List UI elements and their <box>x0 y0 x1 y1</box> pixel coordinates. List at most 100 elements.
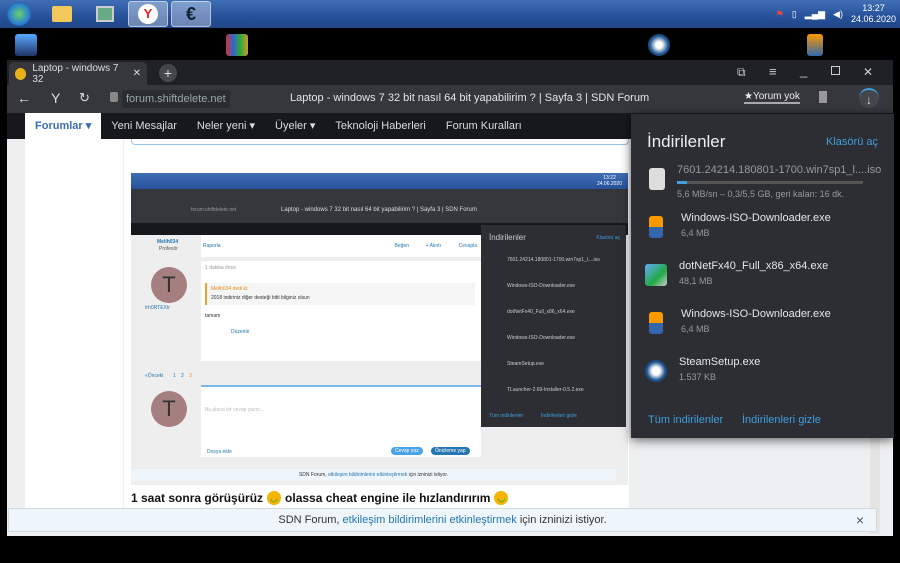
tab-laptop[interactable]: Laptop - windows 7 32 ✕ <box>9 62 147 85</box>
inner-answer: tamam <box>205 313 221 319</box>
archive-icon <box>649 312 663 334</box>
flag-icon[interactable]: ⚑ <box>776 9 784 20</box>
inner-dl-hide: İndirilenleri gizle <box>541 413 577 419</box>
page-title: Laptop - windows 7 32 bit nasıl 64 bit y… <box>290 92 650 104</box>
close-window-button[interactable]: ✕ <box>863 65 873 79</box>
tab-bar: Laptop - windows 7 32 ✕ + ⧉ ≡ _ ✕ <box>7 60 893 85</box>
yandex-browser-taskbar-icon[interactable]: Y <box>128 1 168 27</box>
inner-post1: Raporla Beğen + Alıntı Cevapla <box>201 235 481 257</box>
download-icon[interactable]: ↓ <box>859 88 879 108</box>
inner-page3: 3 <box>189 373 192 379</box>
download-item-active[interactable]: 7601.24214.180801-1700.win7sp1_l....iso … <box>645 164 885 208</box>
time: 13:27 <box>862 3 885 13</box>
inner-edit: Düzenle <box>231 329 250 335</box>
inner-avatar2: T <box>151 391 187 427</box>
download-item[interactable]: SteamSetup.exe 1.537 KB <box>645 356 885 400</box>
inner-dl-item: dotNetFx40_Full_x86_x64.exe <box>507 309 575 315</box>
inner-reply: Cevapla <box>458 243 477 249</box>
installer-icon <box>645 264 667 286</box>
explorer-taskbar-icon[interactable] <box>42 1 82 27</box>
date: 24.06.2020 <box>850 14 896 24</box>
notification-bar: SDN Forum, etkileşim bildirimlerini etki… <box>8 508 877 532</box>
nav-forum-kurallari[interactable]: Forum Kuralları <box>436 113 532 139</box>
archive-icon <box>649 216 663 238</box>
inner-editor: Bu alana bir cevap yazın... Dosya ekle C… <box>201 385 481 457</box>
yandex-icon[interactable]: Y <box>51 90 60 106</box>
download-item[interactable]: dotNetFx40_Full_x86_x64.exe 48,1 MB <box>645 260 885 304</box>
steam-desktop-icon[interactable] <box>648 34 670 56</box>
close-notification-button[interactable]: × <box>856 512 864 528</box>
system-tray: ⚑ ▯ ▂▄▆ ◀) 13:27 24.06.2020 <box>776 0 896 28</box>
quote-box <box>131 139 629 145</box>
inner-title: Laptop - windows 7 32 bit nasıl 64 bit y… <box>281 207 477 213</box>
nav-teknoloji-haberleri[interactable]: Teknoloji Haberleri <box>325 113 436 139</box>
hide-downloads-link[interactable]: İndirilenleri gizle <box>742 414 821 426</box>
computer-desktop-icon[interactable] <box>15 34 37 56</box>
download-progress-fill <box>677 181 688 184</box>
bookmark-icon[interactable] <box>819 91 827 103</box>
inner-dl-item: SteamSetup.exe <box>507 361 544 367</box>
back-icon[interactable]: ← <box>17 90 31 106</box>
inner-downloads-panel: İndirilenler Klasörü aç 7601.24214.18080… <box>481 225 626 427</box>
close-tab-icon[interactable]: ✕ <box>133 68 141 79</box>
downloads-title: İndirilenler <box>647 132 726 151</box>
reviews-button[interactable]: ★Yorum yok <box>744 91 800 104</box>
inner-notification: SDN Forum, etkileşim bildirimlerini etki… <box>131 469 616 481</box>
inner-attach: Dosya ekle <box>207 449 232 455</box>
download-name: SteamSetup.exe <box>679 356 761 368</box>
grin-emoji-icon: ◡ <box>267 491 282 505</box>
lock-icon <box>110 92 118 102</box>
minimize-button[interactable]: _ <box>800 63 807 78</box>
download-size: 6,4 MB <box>681 228 710 238</box>
power-icon[interactable]: ▯ <box>792 9 797 20</box>
inner-dl-item: 7601.24214.180801-1700.win7sp1_l....iso <box>507 257 600 263</box>
new-tab-button[interactable]: + <box>159 64 177 82</box>
url-field[interactable]: forum.shiftdelete.net <box>122 90 230 108</box>
download-size: 6,4 MB <box>681 324 710 334</box>
inner-like: Beğen <box>394 243 409 249</box>
reload-icon[interactable]: ↻ <box>79 90 90 106</box>
disc-image-icon <box>649 168 665 190</box>
all-downloads-link[interactable]: Tüm indirilenler <box>648 414 723 426</box>
download-name: dotNetFx40_Full_x86_x64.exe <box>679 260 829 272</box>
start-button[interactable] <box>2 1 36 27</box>
download-item[interactable]: Windows-ISO-Downloader.exe 6,4 MB <box>645 212 885 256</box>
nav-neler-yeni[interactable]: Neler yeni ▾ <box>187 113 265 139</box>
volume-icon[interactable]: ◀) <box>833 9 843 20</box>
inner-send: Cevap yaz <box>391 447 423 455</box>
address-bar: ← Y ↻ forum.shiftdelete.net Laptop - win… <box>7 85 893 113</box>
sdn-favicon <box>15 67 27 80</box>
inner-quote-button: + Alıntı <box>425 243 441 249</box>
nav-uyeler[interactable]: Üyeler ▾ <box>265 113 325 139</box>
clock[interactable]: 13:27 24.06.2020 <box>851 3 896 25</box>
network-icon[interactable]: ▂▄▆ <box>805 9 825 20</box>
nav-yeni-mesajlar[interactable]: Yeni Mesajlar <box>101 113 187 139</box>
embedded-screenshot[interactable]: 13:22 24.06.2020 forum.shiftdelete.net La… <box>131 173 628 485</box>
cheat-engine-taskbar-icon[interactable]: € <box>171 1 211 27</box>
open-folder-link[interactable]: Klasörü aç <box>826 136 878 148</box>
iso-downloader-desktop-icon[interactable] <box>807 34 823 56</box>
downloads-panel: İndirilenler Klasörü aç 7601.24214.18080… <box>631 114 894 438</box>
menu-icon[interactable]: ≡ <box>769 64 777 79</box>
maximize-button[interactable] <box>831 66 840 75</box>
download-name: Windows-ISO-Downloader.exe <box>681 308 831 320</box>
nav-forumlar[interactable]: Forumlar ▾ <box>25 113 102 139</box>
notification-link[interactable]: etkileşim bildirimlerini etkinleştirmek <box>343 514 517 526</box>
inner-quote: Melih034 dedi ki: 2018 indiriniz diğer de… <box>205 283 475 305</box>
inner-notif-link: etkileşim bildirimlerini etkinleştirmek <box>328 472 408 478</box>
inner-taskbar: 13:22 24.06.2020 <box>131 173 628 189</box>
post-text-1: 1 saat sonra görüşürüz <box>131 491 264 505</box>
download-item[interactable]: Windows-ISO-Downloader.exe 6,4 MB <box>645 308 885 352</box>
inner-quote-text: 2018 indiriniz diğer desteği bitti bilgi… <box>211 295 310 301</box>
inner-dl-all: Tüm indirilenler <box>489 413 524 419</box>
inner-role: Profesör <box>159 246 178 252</box>
computer-taskbar-icon[interactable] <box>85 1 125 27</box>
steam-icon <box>645 360 667 382</box>
inner-dl-folder: Klasörü aç <box>596 235 620 241</box>
inner-dl-item: Windows-ISO-Downloader.exe <box>507 335 576 341</box>
bookmarks-icon[interactable]: ⧉ <box>737 65 746 80</box>
winrar-desktop-icon[interactable] <box>226 34 248 56</box>
download-progress-bar <box>677 181 863 184</box>
inner-placeholder: Bu alana bir cevap yazın... <box>205 407 264 413</box>
inner-browser-bar: forum.shiftdelete.net Laptop - windows 7… <box>131 189 628 223</box>
